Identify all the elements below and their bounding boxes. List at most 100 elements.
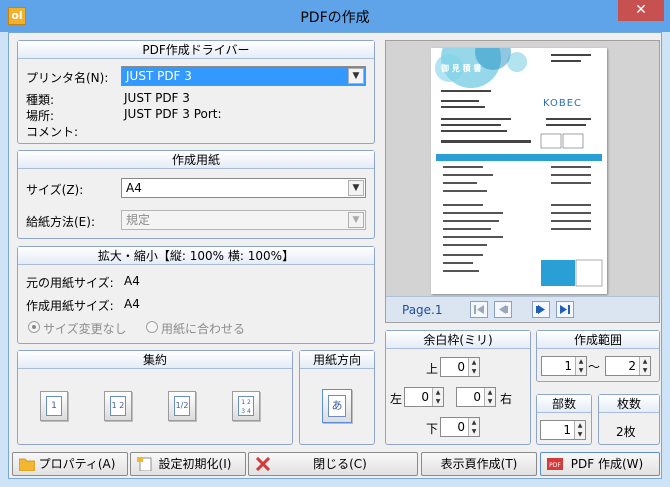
range-from-value: 1 bbox=[564, 359, 572, 373]
preview-area: 御 見 積 書 KOBEC Page.1 bbox=[385, 40, 660, 323]
chevron-down-icon[interactable]: ▼ bbox=[348, 180, 364, 196]
properties-button[interactable]: プロパティ(A) bbox=[12, 452, 128, 476]
printer-select[interactable]: JUST PDF 3 ▼ bbox=[121, 66, 366, 86]
margin-bottom-value: 0 bbox=[457, 420, 465, 434]
spin-arrows-icon[interactable]: ▲ ▼ bbox=[575, 357, 586, 375]
nup-2v-button[interactable]: 1/2 bbox=[168, 391, 196, 421]
range-heading: 作成範囲 bbox=[537, 331, 659, 349]
title-bar: ol PDFの作成 ✕ bbox=[0, 0, 670, 32]
size-value: A4 bbox=[126, 181, 142, 195]
radio-fit-label: 用紙に合わせる bbox=[161, 322, 246, 336]
margins-group: 余白枠(ミリ) 上 0 ▲ ▼ 左 0 ▲ ▼ 0 ▲ ▼ 右 下 0 ▲ ▼ bbox=[385, 330, 531, 445]
margin-right-input[interactable]: 0 ▲ ▼ bbox=[456, 387, 496, 407]
nup-1-label: 1 bbox=[46, 396, 62, 416]
pdf-icon: PDF bbox=[547, 458, 563, 470]
created-size-value: A4 bbox=[124, 297, 140, 311]
nup-heading: 集約 bbox=[18, 351, 292, 369]
first-page-icon bbox=[474, 305, 484, 314]
nup-4-label: 1 2 3 4 bbox=[238, 396, 254, 416]
nup-4-button[interactable]: 1 2 3 4 bbox=[232, 391, 260, 421]
prev-page-button[interactable] bbox=[494, 301, 512, 318]
driver-heading: PDF作成ドライバー bbox=[18, 41, 374, 59]
nup-2-button[interactable]: 1 2 bbox=[104, 391, 132, 421]
first-page-button[interactable] bbox=[470, 301, 488, 318]
dialog-body: PDF作成ドライバー プリンタ名(N): JUST PDF 3 ▼ 種類: JU… bbox=[8, 32, 662, 479]
create-pdf-button[interactable]: PDF PDF 作成(W) bbox=[540, 452, 660, 476]
original-size-value: A4 bbox=[124, 274, 140, 288]
scale-group: 拡大・縮小【縦: 100% 横: 100%】 元の用紙サイズ: A4 作成用紙サ… bbox=[17, 246, 375, 344]
created-size-label: 作成用紙サイズ: bbox=[26, 299, 114, 313]
radio-no-change bbox=[28, 321, 40, 333]
copies-input[interactable]: 1 ▲ ▼ bbox=[540, 420, 586, 440]
margin-top-label: 上 bbox=[426, 362, 439, 376]
preview-doc-title: 御 見 積 書 bbox=[441, 64, 482, 73]
copies-heading: 部数 bbox=[537, 395, 591, 413]
new-document-icon bbox=[137, 457, 152, 471]
orientation-heading: 用紙方向 bbox=[300, 351, 374, 369]
window-title: PDFの作成 bbox=[300, 10, 370, 26]
next-page-button[interactable] bbox=[532, 301, 550, 318]
reset-label: 設定初期化(I) bbox=[158, 457, 232, 471]
printer-value: JUST PDF 3 bbox=[126, 69, 192, 83]
reset-button[interactable]: 設定初期化(I) bbox=[130, 452, 246, 476]
driver-group: PDF作成ドライバー プリンタ名(N): JUST PDF 3 ▼ 種類: JU… bbox=[17, 40, 375, 144]
margin-left-input[interactable]: 0 ▲ ▼ bbox=[404, 387, 444, 407]
spin-arrows-icon[interactable]: ▲ ▼ bbox=[484, 388, 495, 406]
preview-navbar: Page.1 bbox=[386, 296, 659, 322]
page-indicator: Page.1 bbox=[402, 303, 443, 317]
copies-group: 部数 1 ▲ ▼ bbox=[536, 394, 592, 445]
close-button[interactable]: 閉じる(C) bbox=[248, 452, 418, 476]
spin-arrows-icon[interactable]: ▲ ▼ bbox=[574, 421, 585, 439]
margin-right-value: 0 bbox=[473, 390, 481, 404]
range-separator: 〜 bbox=[588, 360, 601, 374]
range-to-input[interactable]: 2 ▲ ▼ bbox=[605, 356, 651, 376]
spin-arrows-icon[interactable]: ▲ ▼ bbox=[432, 388, 443, 406]
radio-no-change-label: サイズ変更なし bbox=[43, 322, 127, 336]
sheets-heading: 枚数 bbox=[599, 395, 659, 413]
next-page-icon bbox=[536, 305, 545, 314]
size-label: サイズ(Z): bbox=[26, 183, 84, 197]
last-page-button[interactable] bbox=[556, 301, 574, 318]
range-to-value: 2 bbox=[628, 359, 636, 373]
nup-1-button[interactable]: 1 bbox=[40, 391, 68, 421]
close-icon bbox=[255, 457, 271, 471]
spin-arrows-icon[interactable]: ▲ ▼ bbox=[639, 357, 650, 375]
chevron-down-icon: ▼ bbox=[348, 212, 364, 228]
close-window-button[interactable]: ✕ bbox=[618, 0, 664, 21]
sheets-group: 枚数 2枚 bbox=[598, 394, 660, 445]
margin-bottom-input[interactable]: 0 ▲ ▼ bbox=[440, 417, 480, 437]
last-page-icon bbox=[560, 305, 570, 314]
margin-top-value: 0 bbox=[457, 360, 465, 374]
spin-arrows-icon[interactable]: ▲ ▼ bbox=[468, 358, 479, 376]
type-value: JUST PDF 3 bbox=[124, 91, 190, 105]
feed-label: 給紙方法(E): bbox=[26, 215, 95, 229]
margin-left-label: 左 bbox=[390, 392, 403, 406]
size-select[interactable]: A4 ▼ bbox=[121, 178, 366, 198]
printer-label: プリンタ名(N): bbox=[26, 71, 109, 85]
feed-value: 規定 bbox=[126, 213, 151, 227]
sheets-value: 2枚 bbox=[616, 425, 636, 439]
orientation-portrait-button[interactable]: あ bbox=[322, 389, 352, 423]
create-pdf-label: PDF 作成(W) bbox=[570, 457, 644, 471]
margin-left-value: 0 bbox=[421, 390, 429, 404]
create-displayed-button[interactable]: 表示頁作成(T) bbox=[421, 452, 537, 476]
radio-fit bbox=[146, 321, 158, 333]
preview-document-graphic bbox=[435, 48, 603, 287]
prev-page-icon bbox=[499, 305, 508, 314]
type-label: 種類: bbox=[26, 93, 55, 107]
properties-label: プロパティ(A) bbox=[38, 457, 116, 471]
nup-group: 集約 1 1 2 1/2 1 2 3 4 bbox=[17, 350, 293, 445]
comment-label: コメント: bbox=[26, 125, 79, 139]
margin-top-input[interactable]: 0 ▲ ▼ bbox=[440, 357, 480, 377]
scale-heading: 拡大・縮小【縦: 100% 横: 100%】 bbox=[18, 247, 374, 265]
nup-2-label: 1 2 bbox=[110, 396, 126, 416]
feed-select: 規定 ▼ bbox=[121, 210, 366, 230]
chevron-down-icon[interactable]: ▼ bbox=[348, 68, 364, 84]
close-label: 閉じる(C) bbox=[313, 457, 367, 471]
paper-heading: 作成用紙 bbox=[18, 151, 374, 169]
create-displayed-label: 表示頁作成(T) bbox=[440, 457, 518, 471]
range-from-input[interactable]: 1 ▲ ▼ bbox=[541, 356, 587, 376]
spin-arrows-icon[interactable]: ▲ ▼ bbox=[468, 418, 479, 436]
paper-group: 作成用紙 サイズ(Z): A4 ▼ 給紙方法(E): 規定 ▼ bbox=[17, 150, 375, 239]
nup-2v-label: 1/2 bbox=[174, 396, 190, 416]
